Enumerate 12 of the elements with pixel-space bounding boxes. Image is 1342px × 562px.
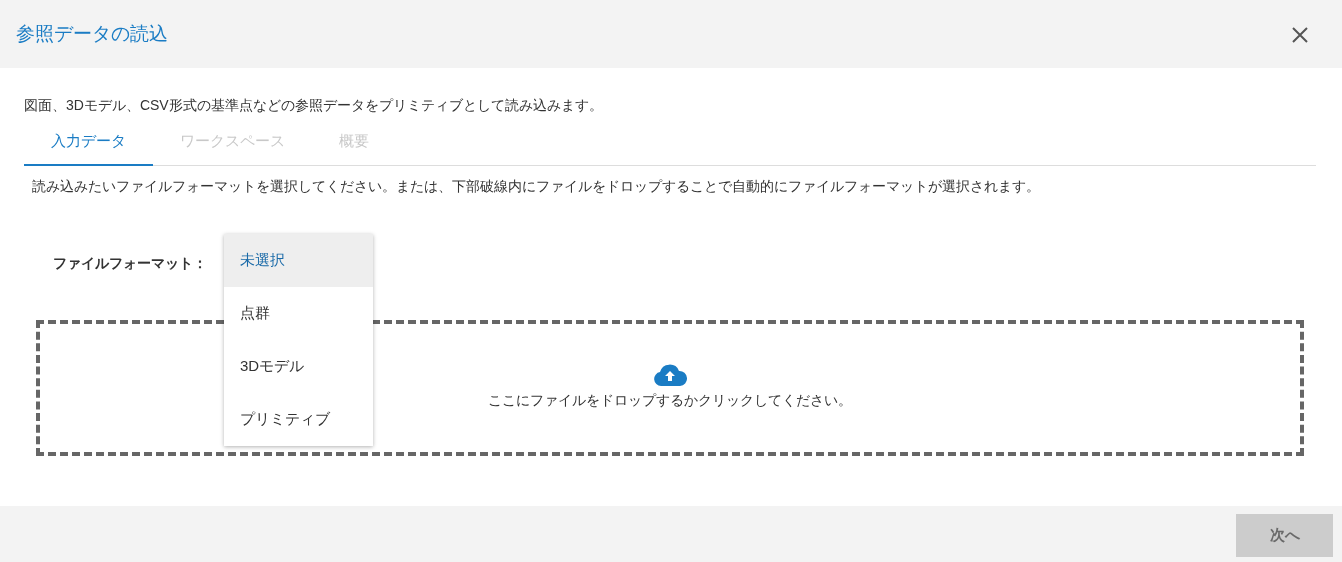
dropdown-option[interactable]: 未選択: [224, 234, 373, 287]
format-label: ファイルフォーマット：: [53, 253, 207, 273]
dialog-title: 参照データの読込: [16, 21, 168, 46]
dropdown-option[interactable]: 点群: [224, 287, 373, 340]
drop-zone-text: ここにファイルをドロップするかクリックしてください。: [488, 391, 852, 410]
instruction-text: 読み込みたいファイルフォーマットを選択してください。または、下部破線内にファイルをドロップすることで自動的にファイルフォーマットが選択されます。: [32, 177, 1040, 194]
dropdown-option[interactable]: プリミティブ: [224, 393, 373, 446]
tab[interactable]: 入力データ: [24, 120, 153, 166]
cloud-upload-icon: [653, 364, 687, 386]
close-icon[interactable]: [1290, 24, 1310, 44]
dropdown-option[interactable]: 3Dモデル: [224, 340, 373, 393]
description-text: 図面、3Dモデル、CSV形式の基準点などの参照データをプリミティブとして読み込みます。: [24, 97, 603, 113]
